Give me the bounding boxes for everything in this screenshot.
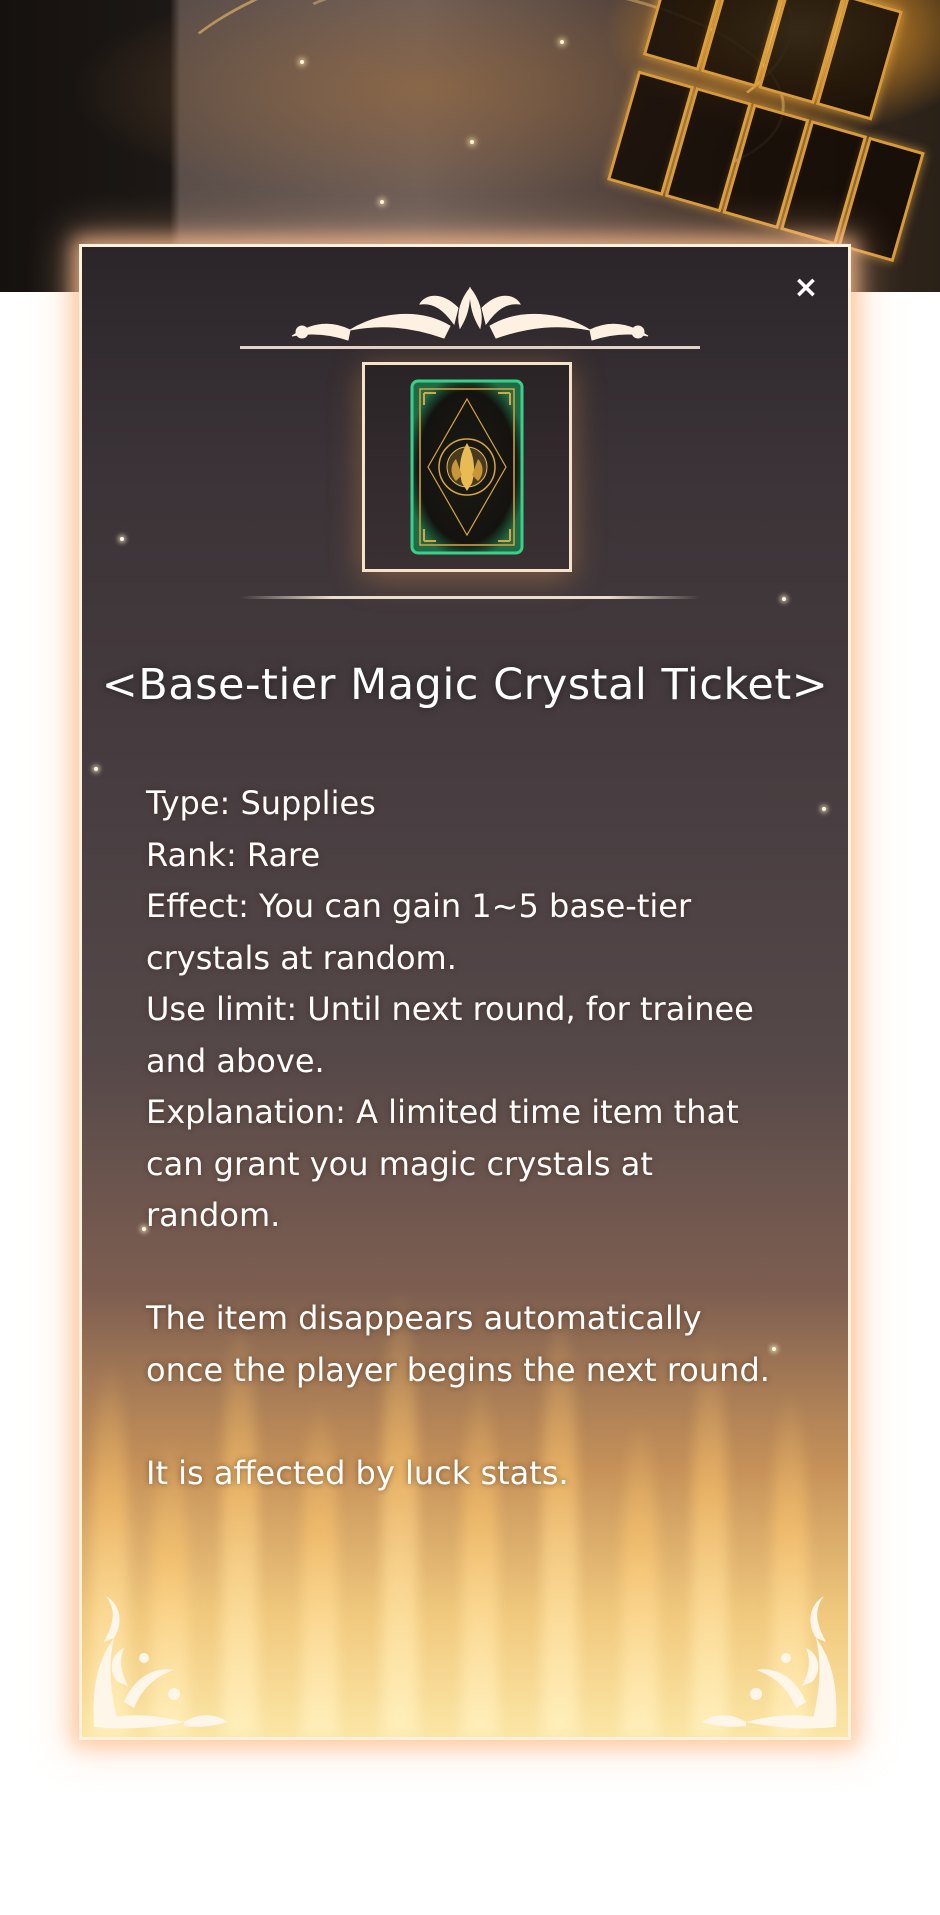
sparkle [380,200,384,204]
sparkle [94,767,98,771]
divider [240,596,700,599]
sparkle [120,537,124,541]
sparkle [782,597,786,601]
card-icon [410,379,524,555]
item-effect: crystals at random. [146,938,457,977]
item-use-limit: Use limit: Until next round, for trainee [146,990,754,1028]
ornament-top-icon [240,286,700,349]
item-image-frame [362,362,572,572]
sparkle [470,140,474,144]
page: × <Base-tier Magic Crystal Ticket> Type:… [0,0,940,1915]
item-explanation: can grant you magic crystals at [146,1144,653,1183]
item-luck-note: It is affected by luck stats. [146,1453,569,1492]
item-title: <Base-tier Magic Crystal Ticket> [101,660,829,710]
corner-ornament-right-icon [702,1596,837,1729]
item-type: Type: Supplies [146,784,376,822]
sparkle [560,40,564,44]
sparkle [822,807,826,811]
item-description: Type: Supplies Rank: Rare Effect: You ca… [146,778,806,1499]
item-effect: Effect: You can gain 1~5 base-tier [146,887,692,925]
item-explanation: random. [146,1196,281,1234]
item-explanation: Explanation: A limited time item that [146,1093,739,1131]
sparkle [300,60,304,64]
item-rank: Rank: Rare [146,835,321,874]
close-icon[interactable]: × [786,268,826,308]
item-note: once the player begins the next round. [146,1350,770,1389]
item-note: The item disappears automatically [146,1299,702,1337]
corner-ornament-left-icon [93,1596,228,1729]
item-use-limit: and above. [146,1041,325,1080]
